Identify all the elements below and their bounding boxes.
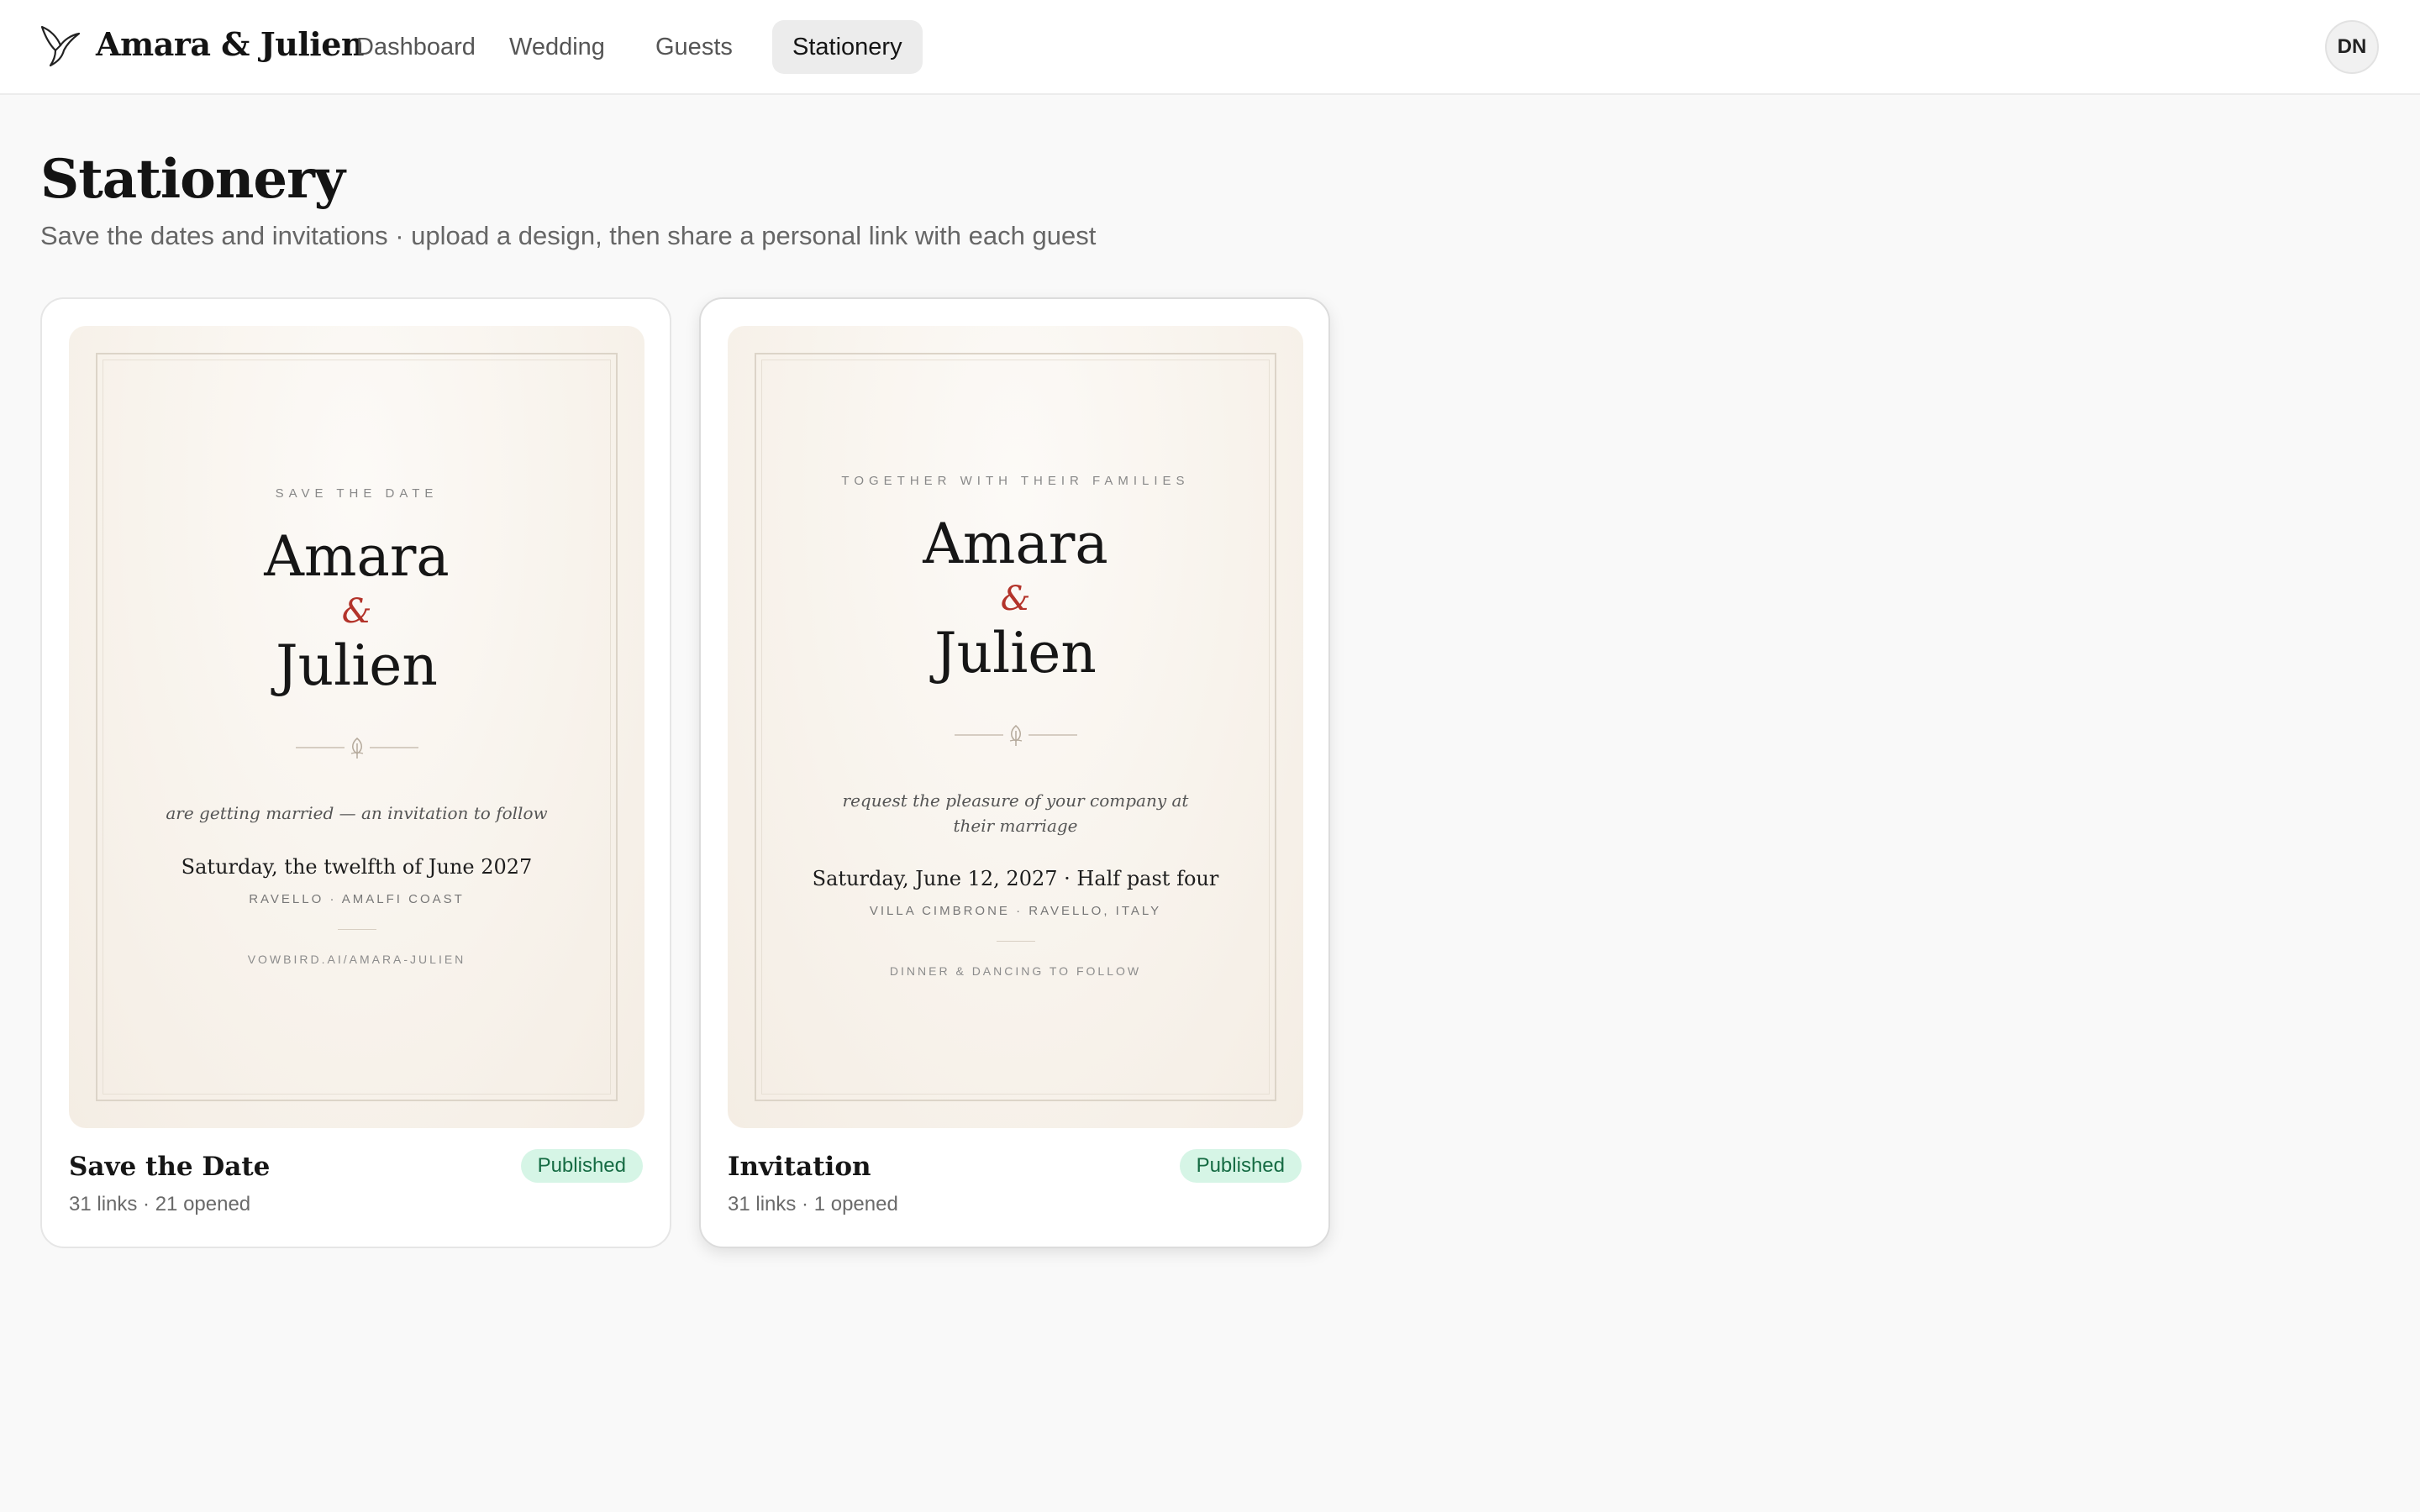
leaf-ornament-icon (296, 738, 418, 759)
stationery-card-invitation[interactable]: TOGETHER WITH THEIR FAMILIES Amara & Jul… (699, 297, 1330, 1248)
preview-message: are getting married — an invitation to f… (166, 803, 548, 823)
preview-divider (997, 941, 1035, 942)
status-badge: Published (520, 1149, 643, 1183)
preview-footer: VOWBIRD.AI/AMARA-JULIEN (247, 953, 466, 966)
preview-footer: DINNER & DANCING TO FOLLOW (889, 964, 1142, 978)
preview-ampersand: & (1000, 580, 1031, 618)
card-stats: 31 links · 21 opened (69, 1193, 251, 1215)
card-stats: 31 links · 1 opened (728, 1193, 898, 1215)
stationery-card-save-the-date[interactable]: SAVE THE DATE Amara & Julien are getting… (40, 297, 671, 1248)
card-title[interactable]: Invitation (728, 1152, 871, 1182)
hummingbird-icon[interactable] (39, 24, 81, 69)
status-badge: Published (1179, 1149, 1302, 1183)
nav-item-dashboard[interactable]: Dashboard (336, 20, 496, 74)
preview-frame-inner (103, 360, 611, 1095)
card-preview[interactable]: TOGETHER WITH THEIR FAMILIES Amara & Jul… (728, 326, 1303, 1128)
preview-date: Saturday, the twelfth of June 2027 (181, 855, 533, 879)
card-preview[interactable]: SAVE THE DATE Amara & Julien are getting… (69, 326, 644, 1128)
top-bar: Amara & Julien Dashboard Wedding Guests … (0, 0, 2420, 95)
preview-eyebrow: SAVE THE DATE (275, 486, 439, 501)
preview-name-1: Amara (923, 512, 1108, 576)
user-avatar[interactable]: DN (2325, 20, 2379, 74)
preview-name-2: Julien (276, 633, 438, 698)
preview-date: Saturday, June 12, 2027 · Half past four (812, 867, 1219, 890)
preview-eyebrow: TOGETHER WITH THEIR FAMILIES (841, 474, 1190, 488)
nav-item-guests[interactable]: Guests (635, 20, 753, 74)
preview-ampersand: & (341, 592, 372, 631)
leaf-ornament-icon (955, 725, 1077, 746)
preview-name-2: Julien (934, 621, 1097, 685)
preview-place: VILLA CIMBRONE · RAVELLO, ITALY (869, 904, 1162, 918)
page-subtitle: Save the dates and invitations · upload … (40, 221, 1097, 250)
nav-item-wedding[interactable]: Wedding (489, 20, 625, 74)
brand-name[interactable]: Amara & Julien (96, 25, 365, 63)
page-title: Stationery (40, 148, 345, 211)
preview-message: request the pleasure of your company at … (842, 790, 1189, 836)
nav-item-stationery[interactable]: Stationery (772, 20, 923, 74)
preview-name-1: Amara (264, 524, 450, 589)
preview-place: RAVELLO · AMALFI COAST (249, 892, 465, 906)
preview-divider (338, 929, 376, 930)
card-title[interactable]: Save the Date (69, 1152, 270, 1182)
